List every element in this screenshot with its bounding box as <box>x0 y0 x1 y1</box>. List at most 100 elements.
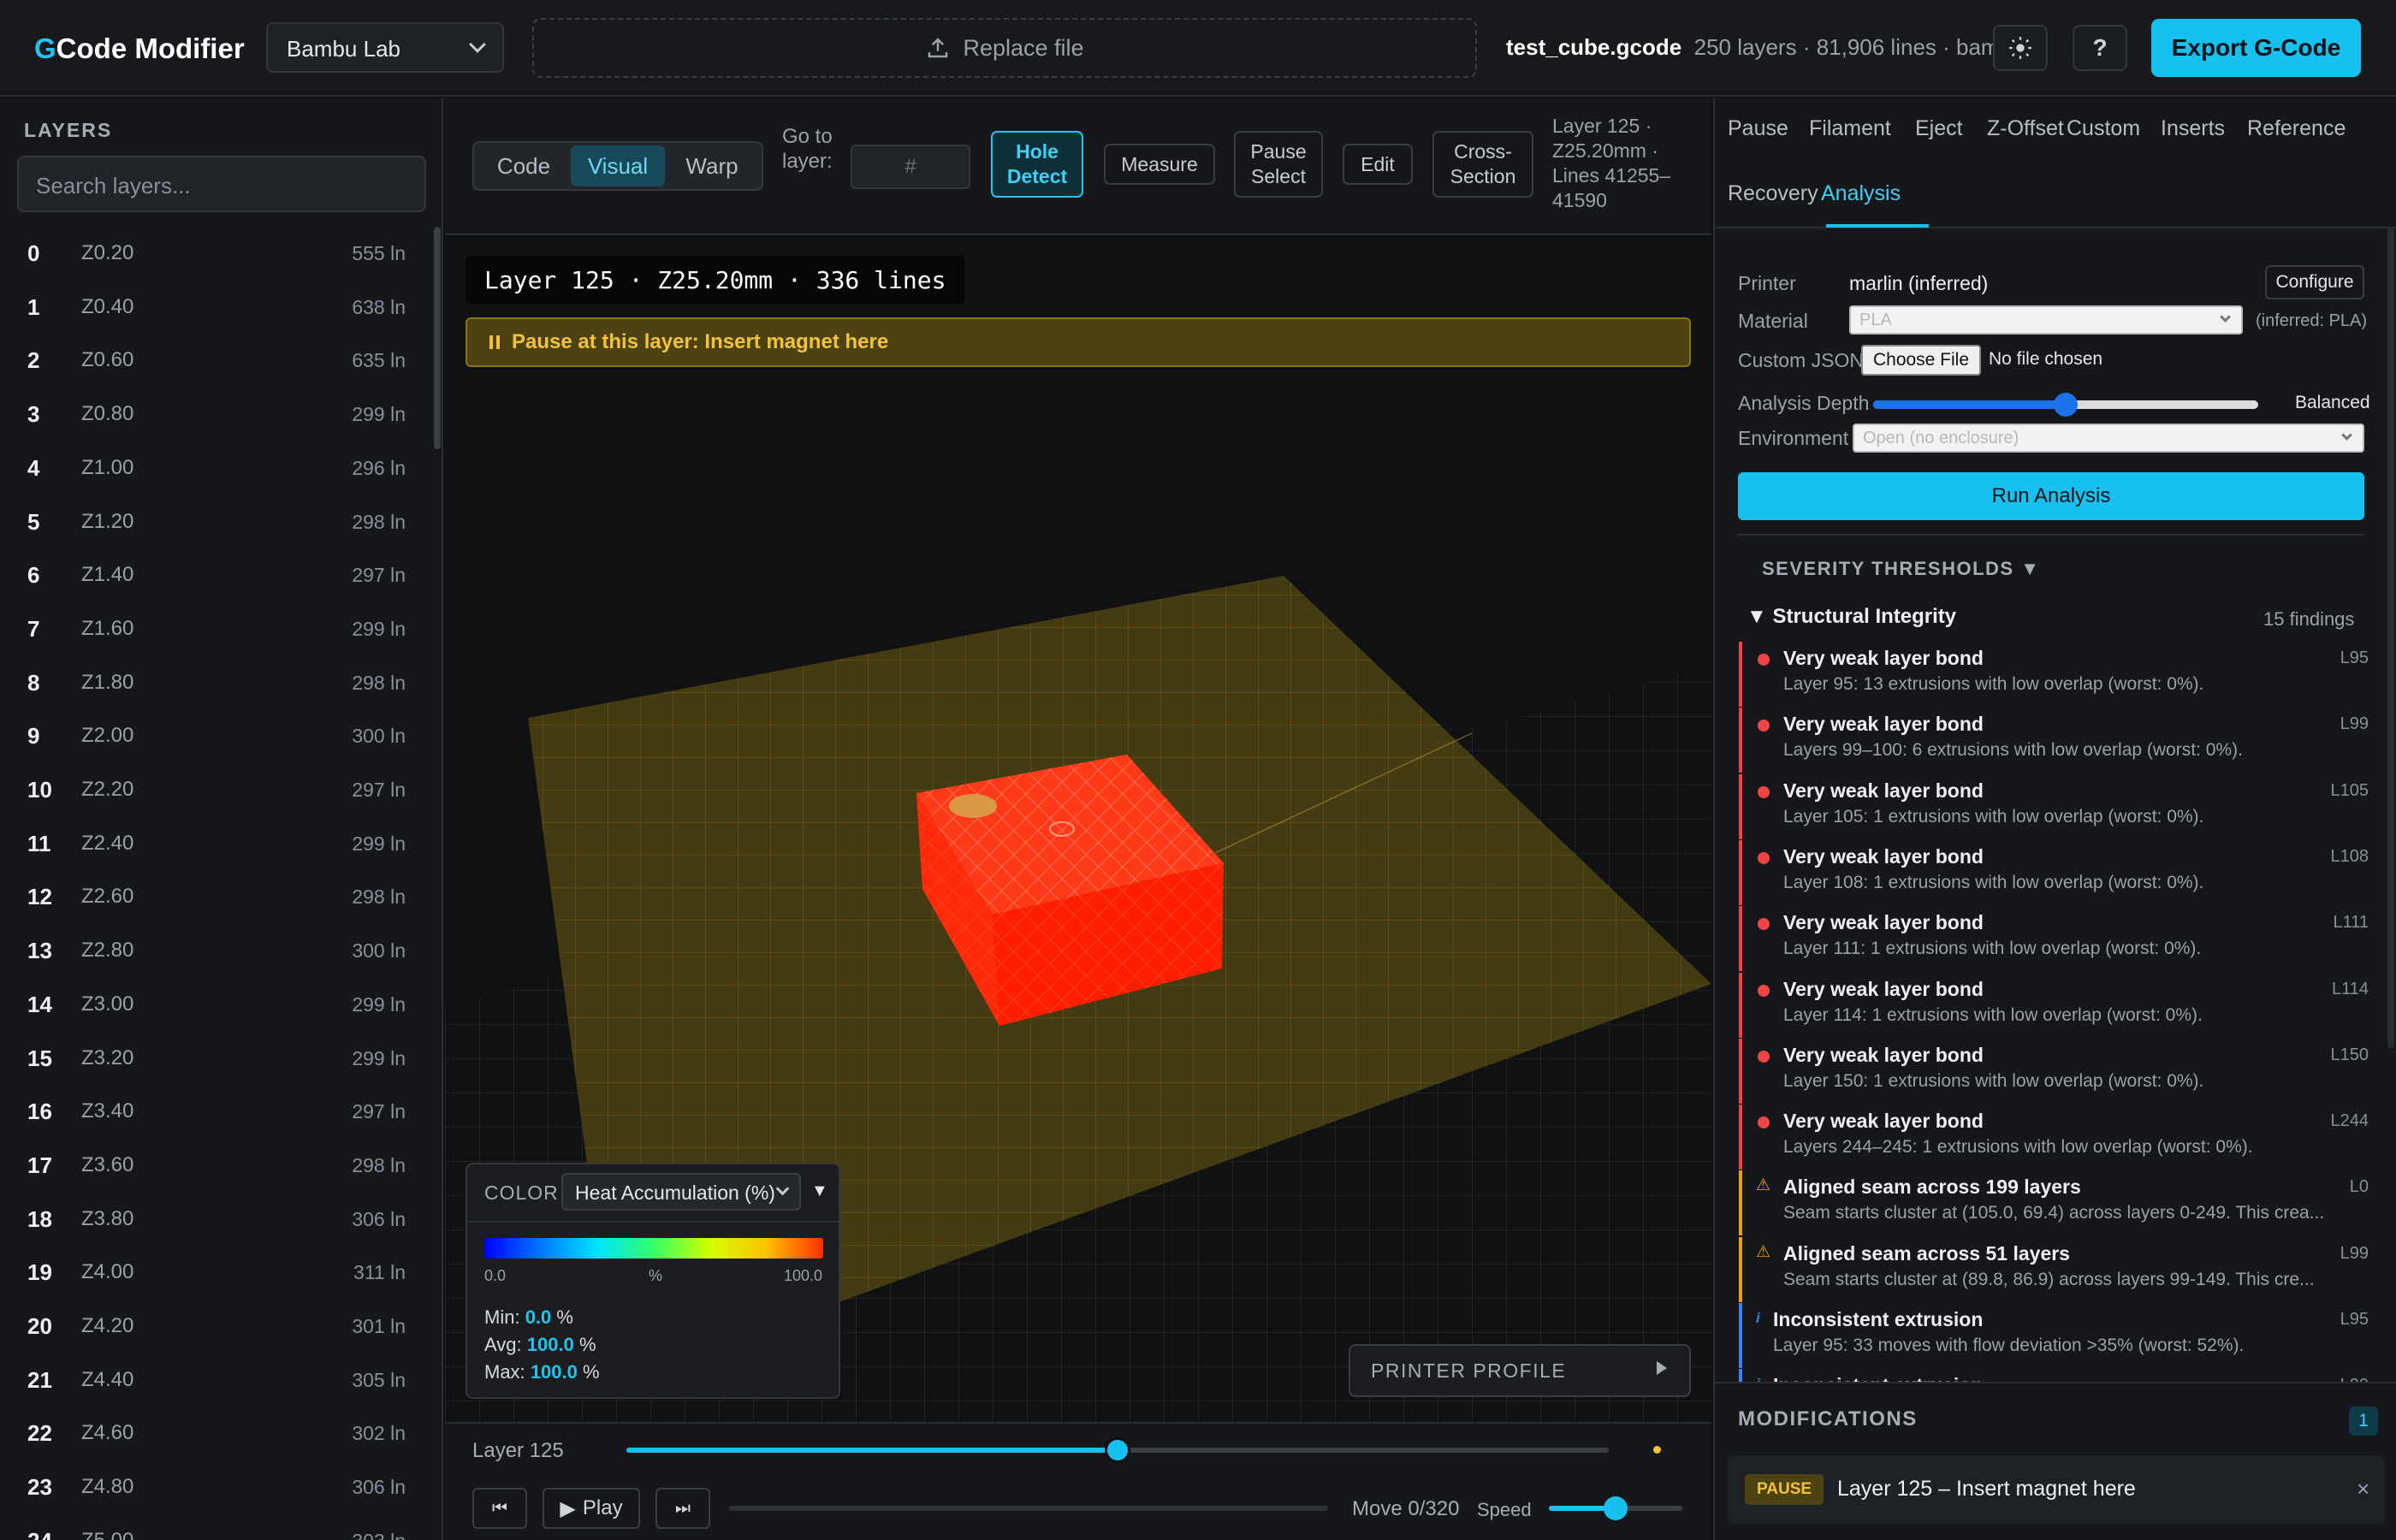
tab-warp[interactable]: Warp <box>665 145 759 187</box>
chevron-down-icon <box>2341 429 2352 441</box>
remove-modification-icon[interactable]: × <box>2357 1476 2369 1502</box>
layer-row[interactable]: 11 Z2.40 299 ln <box>0 817 428 870</box>
layer-slider-thumb[interactable] <box>1105 1437 1130 1463</box>
finding-title: Inconsistent extrusion <box>1773 1308 1984 1330</box>
layer-row[interactable]: 9 Z2.00 300 ln <box>0 709 428 762</box>
theme-toggle-button[interactable] <box>1993 25 2048 71</box>
analysis-depth-thumb[interactable] <box>2054 393 2078 417</box>
printer-select[interactable]: Bambu Lab <box>266 22 504 73</box>
tab-recovery[interactable]: Recovery <box>1728 181 1818 206</box>
layer-row[interactable]: 20 Z4.20 301 ln <box>0 1300 428 1353</box>
speed-slider-track[interactable] <box>1549 1496 1682 1520</box>
skip-forward-icon: ⏭ <box>675 1498 691 1518</box>
layer-search-input[interactable]: Search layers... <box>17 156 426 212</box>
modification-item[interactable]: PAUSE Layer 125 – Insert magnet here × <box>1728 1455 2385 1524</box>
hole-detect-button[interactable]: Hole Detect <box>991 131 1083 198</box>
environment-select[interactable]: Open (no enclosure) <box>1853 424 2364 453</box>
layer-row[interactable]: 19 Z4.00 311 ln <box>0 1246 428 1299</box>
measure-button[interactable]: Measure <box>1104 144 1215 185</box>
layer-row[interactable]: 22 Z4.60 302 ln <box>0 1407 428 1460</box>
layer-number: 10 <box>27 777 52 803</box>
analysis-depth-slider[interactable] <box>1873 393 2258 417</box>
finding-item[interactable]: Very weak layer bond Layers 244–245: 1 ex… <box>1739 1105 2375 1170</box>
replace-file-dropzone[interactable]: Replace file <box>532 18 1477 78</box>
goto-layer-input[interactable]: # <box>851 145 970 189</box>
stat-max: Max: 100.0 % <box>484 1361 600 1383</box>
color-scale-bar <box>484 1238 823 1259</box>
tab-analysis[interactable]: Analysis <box>1821 181 1901 206</box>
finding-item[interactable]: Very weak layer bond Layer 108: 1 extrusi… <box>1739 839 2375 905</box>
structural-integrity-header[interactable]: ▼ Structural Integrity <box>1747 605 1956 629</box>
layer-row[interactable]: 13 Z2.80 300 ln <box>0 924 428 977</box>
tab-z-offset[interactable]: Z-Offset <box>1987 116 2064 141</box>
layer-row[interactable]: 15 Z3.20 299 ln <box>0 1032 428 1085</box>
layer-row[interactable]: 21 Z4.40 305 ln <box>0 1353 428 1407</box>
layer-row[interactable]: 10 Z2.20 297 ln <box>0 763 428 816</box>
layer-row[interactable]: 5 Z1.20 298 ln <box>0 495 428 548</box>
configure-button[interactable]: Configure <box>2265 265 2364 299</box>
severity-thresholds-toggle[interactable]: SEVERITY THRESHOLDS ▼ <box>1762 558 2040 580</box>
edit-button[interactable]: Edit <box>1343 144 1413 185</box>
tab-filament[interactable]: Filament <box>1809 116 1891 141</box>
tab-pause[interactable]: Pause <box>1728 116 1788 141</box>
help-button[interactable]: ? <box>2073 25 2127 71</box>
layer-row[interactable]: 18 Z3.80 306 ln <box>0 1193 428 1246</box>
material-select[interactable]: PLA <box>1849 305 2243 335</box>
layer-row[interactable]: 4 Z1.00 296 ln <box>0 441 428 495</box>
severity-bar <box>1739 642 1742 707</box>
layer-row[interactable]: 1 Z0.40 638 ln <box>0 281 428 334</box>
cross-section-button[interactable]: Cross-Section <box>1432 131 1533 198</box>
skip-forward-button[interactable]: ⏭ <box>655 1488 710 1529</box>
tab-eject[interactable]: Eject <box>1915 116 1963 141</box>
finding-item[interactable]: i Inconsistent extrusion Layer 95: 33 move… <box>1739 1303 2375 1368</box>
tab-inserts[interactable]: Inserts <box>2161 116 2225 141</box>
layer-line-count: 299 ln <box>352 403 406 426</box>
tab-visual[interactable]: Visual <box>571 145 665 187</box>
finding-item[interactable]: Very weak layer bond Layer 114: 1 extrusi… <box>1739 972 2375 1038</box>
tab-reference[interactable]: Reference <box>2247 116 2346 141</box>
finding-item[interactable]: Very weak layer bond Layers 99–100: 6 ext… <box>1739 708 2375 773</box>
layer-row[interactable]: 12 Z2.60 298 ln <box>0 870 428 923</box>
move-slider-track[interactable] <box>729 1506 1328 1511</box>
layer-row[interactable]: 16 Z3.40 297 ln <box>0 1085 428 1138</box>
collapse-caret-icon[interactable]: ▼ <box>811 1182 828 1201</box>
skip-back-button[interactable]: ⏮ <box>472 1488 527 1529</box>
finding-layer: L244 <box>2330 1111 2369 1131</box>
run-analysis-button[interactable]: Run Analysis <box>1738 472 2364 520</box>
finding-description: Layer 114: 1 extrusions with low overlap… <box>1783 1004 2203 1025</box>
tab-custom[interactable]: Custom <box>2067 116 2140 141</box>
layer-row[interactable]: 17 Z3.60 298 ln <box>0 1139 428 1192</box>
layer-height: Z3.60 <box>81 1152 134 1176</box>
layer-row[interactable]: 0 Z0.20 555 ln <box>0 227 428 280</box>
layer-row[interactable]: 7 Z1.60 299 ln <box>0 602 428 655</box>
finding-item[interactable]: Very weak layer bond Layer 111: 1 extrusi… <box>1739 906 2375 972</box>
layer-height: Z4.80 <box>81 1475 134 1499</box>
layer-row[interactable]: 6 Z1.40 297 ln <box>0 548 428 601</box>
layer-row[interactable]: 3 Z0.80 299 ln <box>0 388 428 441</box>
layer-row[interactable]: 14 Z3.00 299 ln <box>0 978 428 1031</box>
layer-row[interactable]: 8 Z1.80 298 ln <box>0 656 428 709</box>
speed-slider-thumb[interactable] <box>1604 1496 1628 1520</box>
sidebar-scrollbar[interactable] <box>434 227 441 449</box>
export-gcode-button[interactable]: Export G-Code <box>2151 19 2361 77</box>
printer-profile-toggle[interactable]: PRINTER PROFILE <box>1349 1344 1691 1397</box>
layer-row[interactable]: 24 Z5.00 303 ln <box>0 1514 428 1540</box>
finding-item[interactable]: ⚠ Aligned seam across 51 layers Seam start… <box>1739 1236 2375 1302</box>
finding-layer: L114 <box>2331 979 2369 998</box>
pause-select-button[interactable]: Pause Select <box>1234 131 1323 198</box>
layer-slider-track[interactable] <box>626 1437 1609 1463</box>
finding-item[interactable]: Very weak layer bond Layer 105: 1 extrusi… <box>1739 773 2375 839</box>
layer-row[interactable]: 2 Z0.60 635 ln <box>0 334 428 387</box>
file-name: test_cube.gcode <box>1506 34 1682 60</box>
choose-file-button[interactable]: Choose File <box>1861 345 1981 376</box>
tab-code[interactable]: Code <box>477 145 571 187</box>
right-scrollbar[interactable] <box>2387 227 2394 1048</box>
layer-row[interactable]: 23 Z4.80 306 ln <box>0 1460 428 1513</box>
layer-line-count: 303 ln <box>352 1530 406 1540</box>
finding-item[interactable]: ⚠ Aligned seam across 199 layers Seam star… <box>1739 1170 2375 1236</box>
color-mode-select[interactable]: Heat Accumulation (%) <box>561 1173 801 1211</box>
finding-item[interactable]: Very weak layer bond Layer 95: 13 extrusi… <box>1739 642 2375 707</box>
3d-viewport[interactable]: Layer 125 · Z25.20mm · 336 lines Pause a… <box>445 237 1711 1422</box>
play-button[interactable]: ▶ Play <box>543 1488 640 1529</box>
finding-item[interactable]: Very weak layer bond Layer 150: 1 extrusi… <box>1739 1038 2375 1104</box>
